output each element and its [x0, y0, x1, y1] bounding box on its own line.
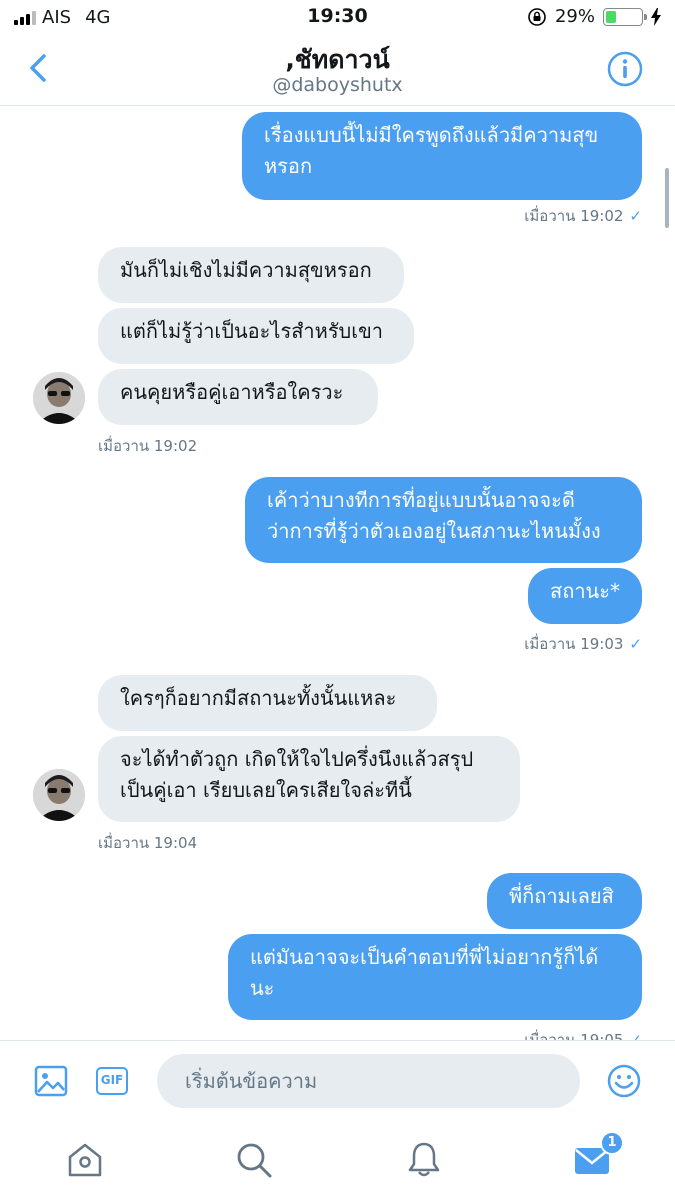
message-bubble-outgoing[interactable]: เค้าว่าบางทีการที่อยู่แบบนั้นอาจจะดี ว่า… — [245, 477, 642, 563]
home-icon[interactable] — [65, 1140, 105, 1180]
conversation-handle[interactable]: @daboyshutx — [0, 74, 675, 96]
read-check-icon: ✓ — [629, 1031, 642, 1040]
message-timestamp: เมื่อวาน 19:02 ✓ — [524, 207, 642, 225]
image-icon[interactable] — [33, 1063, 69, 1099]
message-bubble-incoming[interactable]: แต่ก็ไม่รู้ว่าเป็นอะไรสำหรับเขา — [98, 308, 414, 364]
battery-icon — [603, 7, 647, 26]
avatar[interactable] — [33, 769, 85, 821]
message-bubble-incoming[interactable]: คนคุยหรือคู่เอาหรือใครวะ — [98, 369, 378, 425]
message-bubble-outgoing[interactable]: สถานะ* — [528, 568, 642, 624]
message-input[interactable] — [157, 1054, 580, 1108]
message-bubble-outgoing[interactable]: เรื่องแบบนี้ไม่มีใครพูดถึงแล้วมีความสุข … — [242, 112, 642, 200]
status-right: 29% — [527, 6, 661, 27]
messages-badge: 1 — [600, 1131, 624, 1155]
message-timestamp: เมื่อวาน 19:04 — [98, 834, 198, 852]
tab-bar: 1 — [0, 1122, 675, 1200]
gif-icon[interactable]: GIF — [96, 1067, 128, 1095]
message-timestamp: เมื่อวาน 19:02 — [98, 437, 198, 455]
message-bubble-outgoing[interactable]: แต่มันอาจจะเป็นคำตอบที่พี่ไม่อยากรู้ก็ได… — [228, 934, 642, 1020]
charging-icon — [651, 7, 661, 26]
search-icon[interactable] — [234, 1140, 274, 1180]
info-icon[interactable] — [607, 51, 643, 87]
avatar-image — [33, 372, 85, 424]
message-composer: GIF — [0, 1040, 675, 1122]
message-bubble-incoming[interactable]: จะได้ทำตัวถูก เกิดให้ใจไปครึ่งนึงแล้วสรุ… — [98, 736, 520, 822]
avatar[interactable] — [33, 372, 85, 424]
scrollbar[interactable] — [665, 168, 669, 228]
read-check-icon: ✓ — [629, 207, 642, 225]
message-bubble-outgoing[interactable]: พี่ก็ถามเลยสิ — [487, 873, 642, 929]
bell-icon[interactable] — [404, 1140, 444, 1180]
message-timestamp: เมื่อวาน 19:05 ✓ — [524, 1028, 642, 1040]
battery-percent: 29% — [554, 6, 595, 27]
orientation-lock-icon — [528, 7, 546, 26]
conversation-header: ,ชัทดาวน์ @daboyshutx — [0, 34, 675, 106]
message-list[interactable]: เรื่องแบบนี้ไม่มีใครพูดถึงแล้วมีความสุข … — [0, 106, 675, 1040]
message-bubble-incoming[interactable]: ใครๆก็อยากมีสถานะทั้งนั้นแหละ — [98, 675, 437, 731]
emoji-icon[interactable] — [606, 1063, 642, 1099]
avatar-image — [33, 769, 85, 821]
message-timestamp: เมื่อวาน 19:03 ✓ — [524, 635, 642, 653]
status-bar: AIS 4G 19:30 29% — [0, 0, 675, 34]
message-bubble-incoming[interactable]: มันก็ไม่เชิงไม่มีความสุขหรอก — [98, 247, 404, 303]
read-check-icon: ✓ — [629, 635, 642, 653]
